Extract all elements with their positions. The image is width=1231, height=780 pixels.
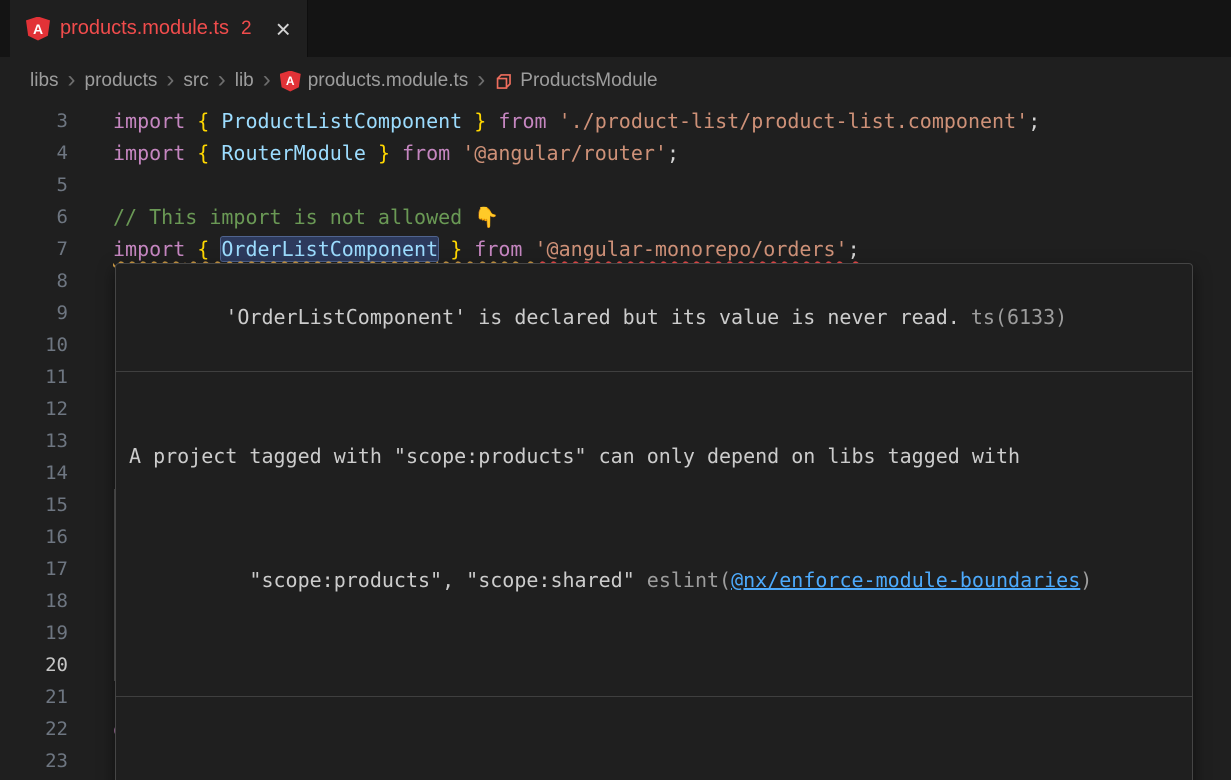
code-line-4[interactable]: 4 import { RouterModule } from '@angular/… (0, 137, 1231, 169)
code-token: '@angular-monorepo/orders' (535, 237, 848, 261)
eslint-rule-link[interactable]: @nx/enforce-module-boundaries (731, 568, 1080, 592)
code-token: from (402, 141, 450, 165)
tab-problems-badge: 2 (241, 18, 252, 40)
eslint-source-suffix: ) (1080, 568, 1092, 592)
breadcrumb: libs › products › src › lib › A products… (0, 57, 1231, 105)
tab-title: products.module.ts (60, 17, 229, 40)
breadcrumb-item-file[interactable]: A products.module.ts (280, 70, 469, 92)
eslint-message-line1: A project tagged with "scope:products" c… (129, 441, 1179, 472)
code-token: { (197, 109, 209, 133)
code-token: { (197, 237, 209, 261)
code-token: import (113, 141, 185, 165)
line-number: 4 (0, 137, 68, 169)
code-token (522, 237, 534, 261)
code-token (462, 237, 474, 261)
ts-diagnostic-code: ts(6133) (971, 305, 1067, 329)
code-token (450, 141, 462, 165)
code-token: import (113, 237, 185, 261)
chevron-right-icon: › (477, 68, 485, 95)
code-token (209, 109, 221, 133)
code-token (209, 141, 221, 165)
line-number: 15 (0, 489, 68, 521)
code-token: './product-list/product-list.component' (559, 109, 1029, 133)
line-number: 19 (0, 617, 68, 649)
breadcrumb-item-symbol-productsmodule[interactable]: ProductsModule (494, 70, 657, 92)
line-number: 8 (0, 265, 68, 297)
line-number: 20 (0, 649, 68, 681)
code-token (185, 109, 197, 133)
line-number: 10 (0, 329, 68, 361)
angular-file-icon: A (26, 17, 50, 41)
line-number: 3 (0, 105, 68, 137)
line-number: 21 (0, 681, 68, 713)
chevron-right-icon: › (166, 68, 174, 95)
chevron-right-icon: › (263, 68, 271, 95)
code-token (185, 141, 197, 165)
code-token: ; (1028, 109, 1040, 133)
angular-icon-letter: A (33, 21, 43, 37)
chevron-right-icon: › (68, 68, 76, 95)
hover-module-info: module "/Users/isaac/Documents/code/nx-r… (116, 697, 1192, 780)
tab-products-module-ts[interactable]: A products.module.ts 2 × (10, 0, 308, 57)
vscode-window: A products.module.ts 2 × libs › products… (0, 0, 1231, 780)
hover-ts-diagnostic: 'OrderListComponent' is declared but its… (116, 264, 1192, 371)
line-number: 17 (0, 553, 68, 585)
code-token: RouterModule (221, 141, 366, 165)
tab-bar: A products.module.ts 2 × (0, 0, 1231, 57)
breadcrumb-item-lib[interactable]: lib (235, 70, 254, 92)
diagnostics-hover: 'OrderListComponent' is declared but its… (115, 263, 1193, 780)
hover-eslint-diagnostic: A project tagged with "scope:products" c… (116, 372, 1192, 696)
class-symbol-icon (494, 72, 513, 91)
code-token: import (113, 109, 185, 133)
code-line-7[interactable]: 7 import { OrderListComponent } from '@an… (0, 233, 1231, 265)
code-token (390, 141, 402, 165)
code-token: ; (667, 141, 679, 165)
breadcrumb-item-products[interactable]: products (85, 70, 158, 92)
code-token: { (197, 141, 209, 165)
angular-file-icon: A (280, 71, 301, 92)
code-token (366, 141, 378, 165)
line-number: 18 (0, 585, 68, 617)
code-token: } (378, 141, 390, 165)
line-number: 6 (0, 201, 68, 233)
code-line-6[interactable]: 6 // This import is not allowed 👇 (0, 201, 1231, 233)
code-token: from (474, 237, 522, 261)
editor[interactable]: 3 import { ProductListComponent } from '.… (0, 105, 1231, 780)
line-number: 12 (0, 393, 68, 425)
line-number: 16 (0, 521, 68, 553)
line-number: 9 (0, 297, 68, 329)
line-number: 11 (0, 361, 68, 393)
code-token: ProductListComponent (221, 109, 462, 133)
line-number: 14 (0, 457, 68, 489)
code-token: ; (848, 237, 860, 261)
breadcrumb-item-libs[interactable]: libs (30, 70, 59, 92)
code-token: '@angular/router' (462, 141, 667, 165)
code-token: 👇 (474, 205, 499, 229)
ts-diagnostic-message: 'OrderListComponent' is declared but its… (225, 305, 960, 329)
code-token (486, 109, 498, 133)
line-number: 7 (0, 233, 68, 265)
breadcrumb-item-src[interactable]: src (183, 70, 208, 92)
code-token (209, 237, 221, 261)
code-token: } (450, 237, 462, 261)
line-number: 22 (0, 713, 68, 745)
code-token (462, 109, 474, 133)
line-number: 5 (0, 169, 68, 201)
code-token (438, 237, 450, 261)
eslint-message-line2: "scope:products", "scope:shared" (249, 568, 646, 592)
close-icon[interactable]: × (276, 16, 291, 42)
code-token (547, 109, 559, 133)
code-line-3[interactable]: 3 import { ProductListComponent } from '.… (0, 105, 1231, 137)
line-number: 13 (0, 425, 68, 457)
code-line-5[interactable]: 5 (0, 169, 1231, 201)
code-token (185, 237, 197, 261)
chevron-right-icon: › (218, 68, 226, 95)
code-token: } (474, 109, 486, 133)
code-token: from (498, 109, 546, 133)
line-number: 23 (0, 745, 68, 777)
eslint-source-prefix: eslint( (647, 568, 731, 592)
code-token: // This import is not allowed (113, 205, 474, 229)
code-token: OrderListComponent (221, 237, 438, 261)
